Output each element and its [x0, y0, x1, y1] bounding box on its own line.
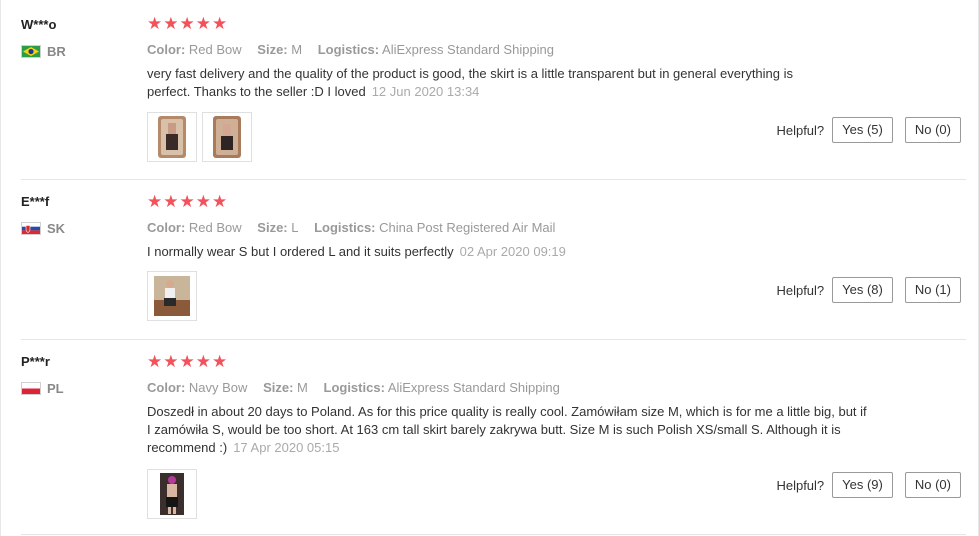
color-value: Red Bow — [188, 220, 242, 235]
helpful-label: Helpful? — [776, 477, 825, 493]
helpful-no-button[interactable]: No (1) — [904, 277, 961, 303]
color-label: Color: — [147, 380, 186, 395]
star-icon: ★ — [212, 191, 228, 212]
star-icon: ★ — [195, 191, 211, 212]
color-label: Color: — [147, 42, 186, 57]
helpful-no-button[interactable]: No (0) — [904, 472, 961, 498]
star-icon: ★ — [163, 351, 179, 372]
buyer-info: W***o BR — [21, 16, 131, 60]
review-photo-thumbnail[interactable] — [147, 469, 197, 519]
logistics-label: Logistics: — [314, 220, 376, 235]
buyer-country: SK — [21, 219, 131, 237]
order-info: Color: Red Bow Size: M Logistics: AliExp… — [147, 41, 847, 59]
flag-sk-icon — [21, 221, 41, 235]
review-photo-thumbnail[interactable] — [147, 271, 197, 321]
review-item: W***o BR ★ ★ ★ ★ ★ Color: Red Bow Size: M — [1, 0, 979, 180]
star-icon: ★ — [147, 13, 163, 34]
review-item: E***f SK ★ ★ ★ ★ ★ Color: Red Bow Size: … — [1, 180, 979, 340]
star-icon: ★ — [212, 351, 228, 372]
helpful-voting: Helpful? Yes (5) No (0) — [776, 117, 961, 143]
logistics-value: AliExpress Standard Shipping — [382, 42, 555, 57]
helpful-voting: Helpful? Yes (9) No (0) — [776, 472, 961, 498]
star-icon: ★ — [147, 191, 163, 212]
size-label: Size: — [257, 220, 288, 235]
star-icon: ★ — [179, 191, 195, 212]
review-content: ★ ★ ★ ★ ★ Color: Red Bow Size: L Logistics: … — [147, 192, 847, 321]
review-photo-thumbnail[interactable] — [202, 112, 252, 162]
review-date: 17 Apr 2020 05:15 — [233, 440, 340, 455]
review-text: very fast delivery and the quality of th… — [147, 65, 837, 101]
review-text: Doszedł in about 20 days to Poland. As f… — [147, 403, 872, 457]
buyer-name: P***r — [21, 354, 50, 369]
review-photos — [147, 469, 847, 519]
country-code: SK — [47, 220, 66, 236]
buyer-name: E***f — [21, 194, 50, 209]
logistics-value: China Post Registered Air Mail — [379, 220, 556, 235]
review-photos — [147, 271, 847, 321]
flag-br-icon — [21, 44, 41, 58]
buyer-name: W***o — [21, 17, 57, 32]
review-content: ★ ★ ★ ★ ★ Color: Navy Bow Size: M Logistics:… — [147, 352, 867, 519]
country-code: BR — [47, 43, 66, 59]
review-date: 02 Apr 2020 09:19 — [459, 244, 566, 259]
buyer-country: BR — [21, 42, 131, 60]
review-divider — [21, 534, 966, 535]
order-info: Color: Red Bow Size: L Logistics: China … — [147, 219, 847, 237]
star-icon: ★ — [195, 13, 211, 34]
helpful-label: Helpful? — [776, 122, 825, 138]
review-date: 12 Jun 2020 13:34 — [371, 84, 480, 99]
size-label: Size: — [263, 380, 294, 395]
helpful-yes-button[interactable]: Yes (9) — [832, 472, 893, 498]
size-value: L — [291, 220, 299, 235]
star-icon: ★ — [179, 13, 195, 34]
helpful-no-button[interactable]: No (0) — [904, 117, 961, 143]
star-icon: ★ — [163, 191, 179, 212]
size-value: M — [297, 380, 308, 395]
helpful-label: Helpful? — [776, 282, 825, 298]
logistics-label: Logistics: — [317, 42, 380, 57]
star-rating: ★ ★ ★ ★ ★ — [147, 14, 847, 34]
buyer-country: PL — [21, 379, 131, 397]
helpful-voting: Helpful? Yes (8) No (1) — [776, 277, 961, 303]
star-rating: ★ ★ ★ ★ ★ — [147, 192, 847, 212]
buyer-info: P***r PL — [21, 353, 131, 397]
star-icon: ★ — [179, 351, 195, 372]
review-photo-thumbnail[interactable] — [147, 112, 197, 162]
color-label: Color: — [147, 220, 186, 235]
flag-pl-icon — [21, 381, 41, 395]
buyer-info: E***f SK — [21, 193, 131, 237]
logistics-label: Logistics: — [323, 380, 385, 395]
logistics-value: AliExpress Standard Shipping — [387, 380, 560, 395]
reviews-panel: W***o BR ★ ★ ★ ★ ★ Color: Red Bow Size: M — [0, 0, 979, 536]
star-icon: ★ — [195, 351, 211, 372]
order-info: Color: Navy Bow Size: M Logistics: AliEx… — [147, 379, 847, 397]
star-icon: ★ — [212, 13, 228, 34]
star-rating: ★ ★ ★ ★ ★ — [147, 352, 847, 372]
color-value: Red Bow — [188, 42, 242, 57]
size-label: Size: — [257, 42, 288, 57]
review-item: P***r PL ★ ★ ★ ★ ★ Color: Navy Bow Size: M — [1, 340, 979, 536]
helpful-yes-button[interactable]: Yes (5) — [832, 117, 893, 143]
review-content: ★ ★ ★ ★ ★ Color: Red Bow Size: M Logistics: … — [147, 14, 847, 162]
color-value: Navy Bow — [188, 380, 248, 395]
helpful-yes-button[interactable]: Yes (8) — [832, 277, 893, 303]
star-icon: ★ — [147, 351, 163, 372]
star-icon: ★ — [163, 13, 179, 34]
size-value: M — [291, 42, 303, 57]
review-photos — [147, 112, 847, 162]
review-body: I normally wear S but I ordered L and it… — [147, 244, 454, 259]
review-text: I normally wear S but I ordered L and it… — [147, 243, 847, 261]
country-code: PL — [47, 380, 64, 396]
